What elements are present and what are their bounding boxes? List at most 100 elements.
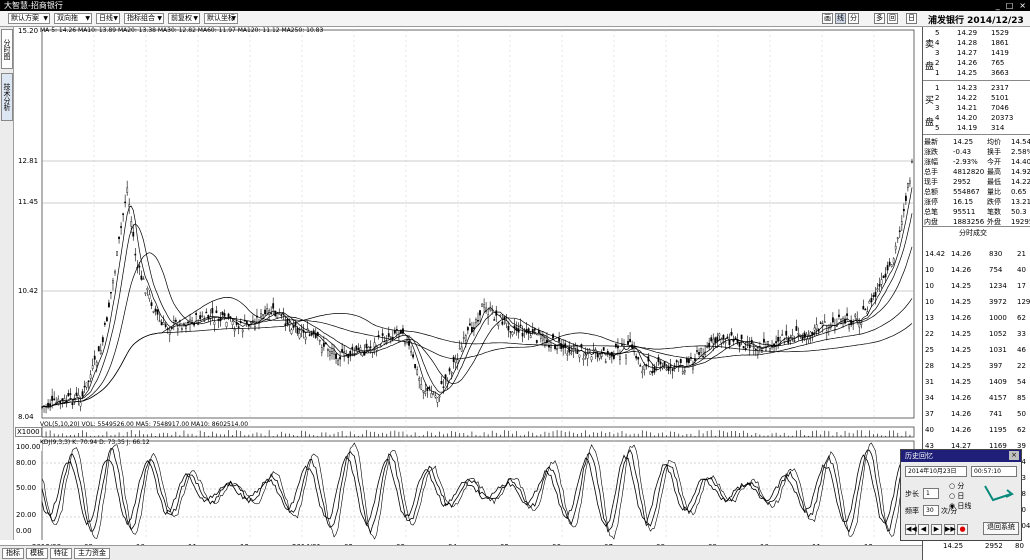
unit-option-day[interactable]: ○ 日 [949,491,964,501]
candle-body [671,369,674,371]
window-controls: _ □ × [996,0,1026,11]
candle-body [69,393,72,395]
sell-level: 1 [935,69,940,77]
view-button-day[interactable]: 日 [906,13,917,24]
candle-body [452,356,455,363]
candle-body [874,292,877,297]
candle-body [777,336,780,342]
view-button-replay[interactable]: 回 [887,13,898,24]
step-input[interactable]: 1 [923,488,939,499]
tab-feature[interactable]: 特征 [50,548,72,559]
ma-legend: MA 5: 14.26 MA10: 13.89 MA20: 13.38 MA30… [40,27,324,34]
candle-body [128,204,131,207]
candle-body [880,279,883,285]
rewind-button[interactable]: ◀◀ [905,524,917,535]
candle-body [742,346,745,349]
candle-body [79,402,82,407]
view-button-minute[interactable]: 分 [848,13,859,24]
kline-chart-svg[interactable] [14,27,922,540]
candle-body [588,349,591,352]
candle-body [241,329,244,333]
exit-replay-button[interactable]: 退回系统 [983,522,1019,535]
candle-body [710,337,713,342]
record-button[interactable]: ● [957,524,968,535]
tab-template[interactable]: 模板 [26,548,48,559]
candle-body [201,315,204,318]
tick-count: 50 [1017,410,1026,418]
candle-body [322,342,325,347]
candle-body [462,337,465,339]
candle-body [187,321,189,324]
candle-body [882,275,885,279]
stat-row: 总笔 95511 笔数 50.3 [923,207,1030,217]
date-picker[interactable]: 2014年10月23日 [905,466,967,477]
axis-dropdown[interactable]: 默认坐标 ▼ [204,13,238,24]
candle-body [552,334,554,339]
price-panel-frame [41,29,915,419]
view-button-draw[interactable]: 画 [822,13,833,24]
tab-main-funds[interactable]: 主力资金 [74,548,110,559]
tab-indicator[interactable]: 指标 [2,548,24,559]
candle-body [335,353,337,359]
indicator-dropdown[interactable]: 指标组合 ▼ [124,13,164,24]
stat-key: 总额 [924,188,938,196]
candle-body [726,336,729,339]
stat-value: 95511 [953,208,976,216]
tab-technical-analysis[interactable]: 技术分析 [1,73,13,121]
sell-volume: 765 [991,59,1005,67]
fast-forward-button[interactable]: ▶▶ [944,524,956,535]
history-replay-dialog[interactable]: 历史回忆 × 2014年10月23日 00:57:10 步长 1 ○ 分 ○ 日 … [900,449,1022,541]
candle-body [371,349,374,353]
candle-body [681,371,684,374]
tick-time: 25 [925,346,934,354]
candle-body [657,357,660,362]
dialog-title-bar[interactable]: 历史回忆 × [901,450,1021,462]
adjust-dropdown[interactable]: 前复权 ▼ [168,13,200,24]
minimize-button[interactable]: _ [996,0,1000,11]
tick-price: 14.25 [951,378,972,386]
speed-input[interactable]: 30 [923,505,939,516]
view-button-kline[interactable]: 线 [835,13,846,24]
unit-option-minute[interactable]: ○ 分 [949,481,964,491]
drag-mode-dropdown[interactable]: 双向拖 ▼ [54,13,92,24]
play-button[interactable]: ▶ [931,524,942,535]
step-back-button[interactable]: ◀ [918,524,929,535]
dialog-close-icon[interactable]: × [1009,451,1019,460]
candle-body [101,337,104,343]
stat-value: 2.58% [1011,148,1030,156]
bottom-tabs: 指标 模板 特征 主力资金 [0,545,922,560]
tick-time: 10 [925,266,934,274]
candle-body [329,351,331,356]
view-button-multi[interactable]: 多 [874,13,885,24]
candle-body [688,358,690,363]
candle-body [460,346,463,352]
candle-body [365,343,368,349]
tab-minute-chart[interactable]: 分时图 [1,29,13,69]
adjust-label: 前复权 [171,14,192,22]
tick-volume: 1234 [989,282,1007,290]
candle-body [430,393,433,398]
maximize-button[interactable]: □ [1006,0,1014,11]
buy-level: 1 [935,84,940,92]
candle-body [85,382,88,388]
tick-row: 10 14.26 754 40 [923,265,1030,275]
scheme-dropdown[interactable]: 默认方案 ▼ [8,13,50,24]
candle-body [245,321,248,324]
buy-row: 2 14.22 5101 [923,93,1030,103]
candle-body [683,370,686,373]
tick-count: 129 [1017,298,1030,306]
stat-key: 跌停 [987,198,1001,206]
candle-body [211,307,214,314]
time-picker[interactable]: 00:57:10 [971,466,1017,477]
kdj-legend: KDJ(9,3,3) K: 70.94 D: 73.35 J: 66.12 [40,439,150,446]
period-dropdown[interactable]: 日线 ▼ [96,13,120,24]
sell-row: 5 14.29 1529 [923,28,1030,38]
candle-body [479,310,481,316]
kline-chart-area[interactable]: MA 5: 14.26 MA10: 13.89 MA20: 13.38 MA30… [14,27,922,551]
tick-time: 37 [925,410,934,418]
candle-body [884,273,887,278]
candle-body [590,356,593,361]
candle-body [333,350,335,355]
close-button[interactable]: × [1019,0,1026,11]
unit-day-label: 日 [957,492,965,500]
